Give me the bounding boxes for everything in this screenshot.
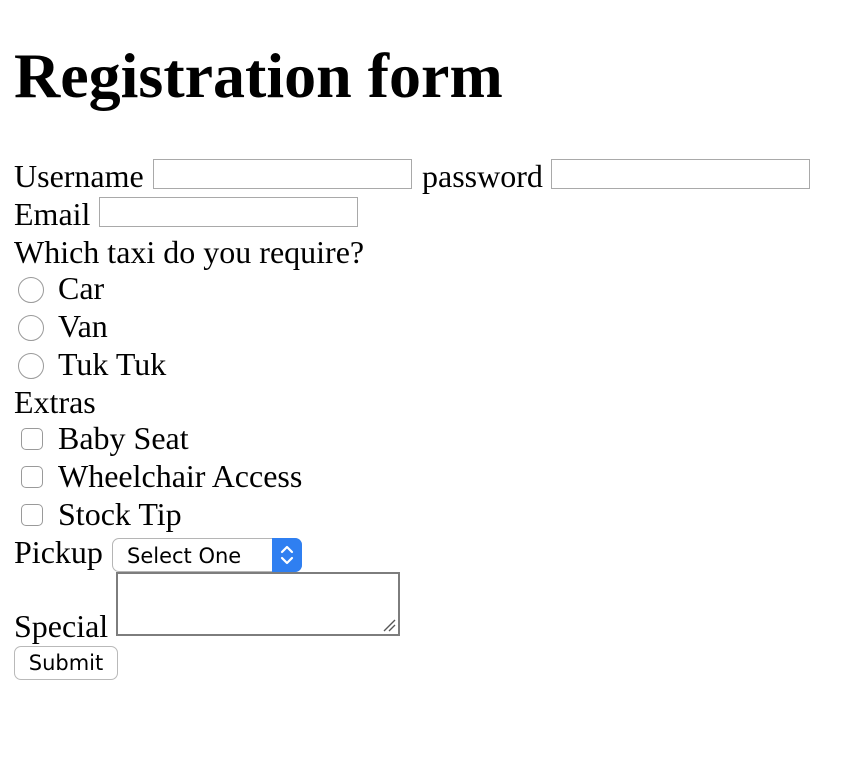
taxi-question: Which taxi do you require? — [14, 234, 365, 270]
password-input[interactable] — [551, 159, 810, 189]
radio-van-label: Van — [58, 308, 108, 344]
pickup-label: Pickup — [14, 534, 103, 570]
pickup-select[interactable]: Select One — [112, 538, 302, 572]
radio-van[interactable] — [18, 315, 44, 341]
checkbox-stock-tip[interactable] — [21, 504, 43, 526]
username-input[interactable] — [153, 159, 412, 189]
email-label: Email — [14, 196, 91, 232]
page-title: Registration form — [14, 40, 503, 111]
radio-car[interactable] — [18, 277, 44, 303]
updown-chevron-icon — [272, 538, 302, 572]
checkbox-baby-seat[interactable] — [21, 428, 43, 450]
password-label: password — [422, 158, 543, 194]
special-textarea[interactable] — [116, 572, 400, 636]
radio-tuk-tuk-label: Tuk Tuk — [58, 346, 167, 382]
pickup-selected-value: Select One — [127, 544, 242, 568]
checkbox-wheelchair-access[interactable] — [21, 466, 43, 488]
email-input[interactable] — [99, 197, 358, 227]
checkbox-stock-tip-label: Stock Tip — [58, 496, 182, 532]
checkbox-baby-seat-label: Baby Seat — [58, 420, 189, 456]
radio-tuk-tuk[interactable] — [18, 353, 44, 379]
radio-car-label: Car — [58, 270, 105, 306]
checkbox-wheelchair-access-label: Wheelchair Access — [58, 458, 303, 494]
username-label: Username — [14, 158, 144, 194]
submit-button[interactable]: Submit — [14, 646, 118, 680]
resize-grip-icon[interactable] — [382, 618, 396, 632]
extras-label: Extras — [14, 384, 96, 420]
special-label: Special — [14, 608, 109, 644]
